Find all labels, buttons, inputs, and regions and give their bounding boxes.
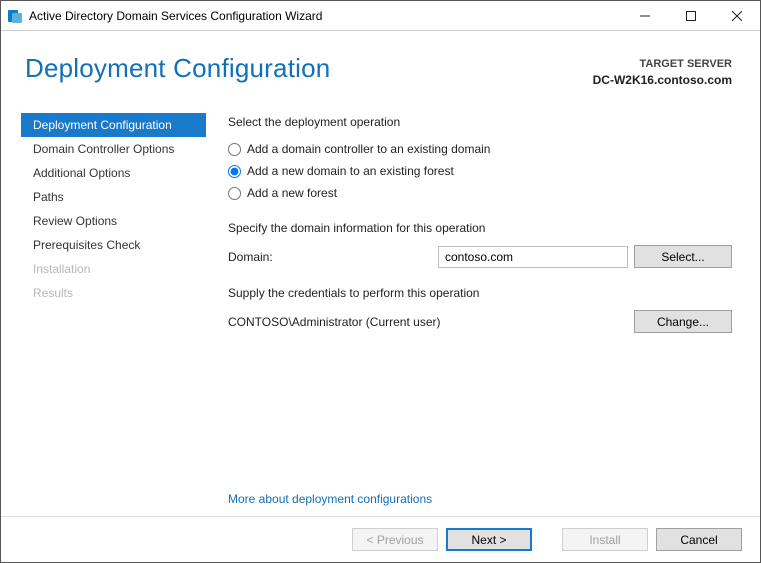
radio-input-add-domain[interactable] (228, 165, 241, 178)
previous-button: < Previous (352, 528, 438, 551)
page-header: Deployment Configuration TARGET SERVER D… (1, 31, 760, 113)
app-icon (7, 8, 23, 24)
wizard-footer: < Previous Next > Install Cancel (1, 516, 760, 562)
wizard-steps: Deployment Configuration Domain Controll… (21, 113, 206, 516)
maximize-button[interactable] (668, 1, 714, 30)
select-button[interactable]: Select... (634, 245, 732, 268)
title-bar: Active Directory Domain Services Configu… (1, 1, 760, 31)
target-server: TARGET SERVER DC-W2K16.contoso.com (593, 53, 732, 88)
more-about-link[interactable]: More about deployment configurations (228, 492, 432, 506)
step-review-options[interactable]: Review Options (21, 209, 206, 233)
radio-input-new-forest[interactable] (228, 187, 241, 200)
minimize-button[interactable] (622, 1, 668, 30)
operation-section-label: Select the deployment operation (228, 115, 732, 129)
radio-input-add-dc[interactable] (228, 143, 241, 156)
radio-add-dc-existing-domain[interactable]: Add a domain controller to an existing d… (228, 139, 732, 159)
change-button[interactable]: Change... (634, 310, 732, 333)
radio-label: Add a new domain to an existing forest (247, 164, 454, 178)
step-results: Results (21, 281, 206, 305)
close-button[interactable] (714, 1, 760, 30)
window-title: Active Directory Domain Services Configu… (29, 9, 322, 23)
step-prerequisites-check[interactable]: Prerequisites Check (21, 233, 206, 257)
domain-input[interactable] (438, 246, 628, 268)
step-deployment-configuration[interactable]: Deployment Configuration (21, 113, 206, 137)
radio-add-domain-existing-forest[interactable]: Add a new domain to an existing forest (228, 161, 732, 181)
step-installation: Installation (21, 257, 206, 281)
next-button[interactable]: Next > (446, 528, 532, 551)
credentials-value: CONTOSO\Administrator (Current user) (228, 315, 441, 329)
cancel-button[interactable]: Cancel (656, 528, 742, 551)
target-server-label: TARGET SERVER (593, 57, 732, 72)
target-server-name: DC-W2K16.contoso.com (593, 72, 732, 88)
content-panel: Select the deployment operation Add a do… (206, 113, 760, 516)
step-domain-controller-options[interactable]: Domain Controller Options (21, 137, 206, 161)
credentials-section-label: Supply the credentials to perform this o… (228, 286, 732, 300)
step-paths[interactable]: Paths (21, 185, 206, 209)
domain-info-section-label: Specify the domain information for this … (228, 221, 732, 235)
radio-add-new-forest[interactable]: Add a new forest (228, 183, 732, 203)
step-additional-options[interactable]: Additional Options (21, 161, 206, 185)
page-title: Deployment Configuration (25, 53, 330, 84)
domain-label: Domain: (228, 250, 438, 264)
radio-label: Add a domain controller to an existing d… (247, 142, 490, 156)
radio-label: Add a new forest (247, 186, 337, 200)
install-button: Install (562, 528, 648, 551)
